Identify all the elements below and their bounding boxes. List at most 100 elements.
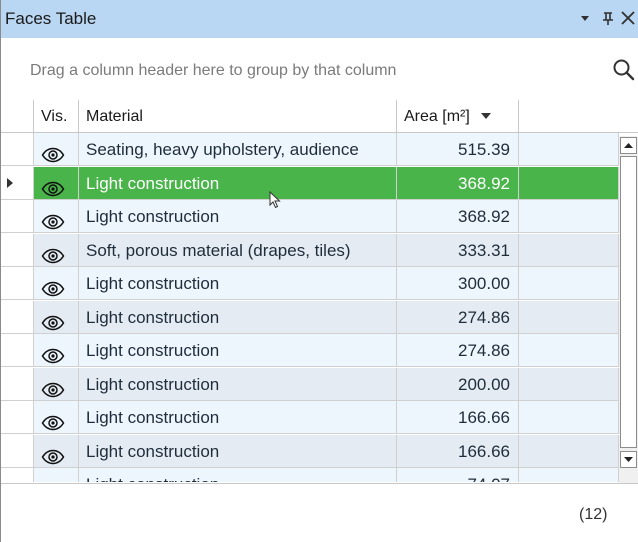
row-selector[interactable] — [1, 234, 34, 267]
row-selector[interactable] — [1, 200, 34, 233]
filler-cell — [519, 167, 619, 200]
area-cell[interactable]: 274.86 — [397, 301, 519, 334]
visibility-cell[interactable] — [34, 301, 79, 334]
area-cell[interactable]: 368.92 — [397, 200, 519, 233]
eye-icon[interactable] — [41, 409, 65, 433]
column-header-filler — [519, 100, 638, 133]
material-cell[interactable]: Light construction — [79, 468, 397, 482]
area-cell[interactable]: 74.07 — [397, 468, 519, 482]
table-row[interactable]: Light construction74.07 — [1, 468, 638, 482]
material-cell[interactable]: Light construction — [79, 301, 397, 334]
area-cell[interactable]: 515.39 — [397, 133, 519, 166]
row-selector[interactable] — [1, 435, 34, 468]
filler-cell — [519, 368, 619, 401]
visibility-cell[interactable] — [34, 200, 79, 233]
material-cell[interactable]: Light construction — [79, 401, 397, 434]
material-cell[interactable]: Light construction — [79, 368, 397, 401]
eye-icon[interactable] — [41, 275, 65, 299]
row-selector[interactable] — [1, 133, 34, 166]
area-cell[interactable]: 200.00 — [397, 368, 519, 401]
panel-title: Faces Table — [5, 9, 97, 28]
area-cell[interactable]: 300.00 — [397, 267, 519, 300]
column-header-area[interactable]: Area [m²] — [397, 100, 519, 133]
filler-cell — [519, 234, 619, 267]
row-selector-header — [1, 100, 34, 133]
scroll-up-button[interactable] — [620, 137, 637, 154]
table-row[interactable]: Light construction 200.00 — [1, 368, 638, 401]
column-header-row: Vis. Material Area [m²] — [1, 100, 638, 133]
visibility-cell[interactable] — [34, 267, 79, 300]
material-cell[interactable]: Soft, porous material (drapes, tiles) — [79, 234, 397, 267]
visibility-cell[interactable] — [34, 234, 79, 267]
material-cell[interactable]: Light construction — [79, 200, 397, 233]
material-cell[interactable]: Light construction — [79, 435, 397, 468]
column-header-visibility[interactable]: Vis. — [34, 100, 79, 133]
group-by-drop-area[interactable]: Drag a column header here to group by th… — [1, 38, 638, 101]
column-header-area-label: Area [m²] — [404, 108, 470, 125]
table-row[interactable]: Light construction 274.86 — [1, 334, 638, 367]
area-cell[interactable]: 166.66 — [397, 435, 519, 468]
eye-icon[interactable] — [41, 208, 65, 232]
sort-descending-icon — [481, 113, 492, 119]
table-body: Seating, heavy upholstery, audience 515.3… — [1, 133, 638, 482]
eye-icon[interactable] — [41, 342, 65, 366]
record-count: (12) — [579, 506, 608, 523]
filler-cell — [519, 200, 619, 233]
table-row[interactable]: Light construction 300.00 — [1, 267, 638, 300]
filler-cell — [519, 401, 619, 434]
eye-icon[interactable] — [41, 242, 65, 266]
table-row[interactable]: Light construction 368.92 — [1, 167, 638, 200]
eye-icon[interactable] — [41, 175, 65, 199]
area-cell[interactable]: 368.92 — [397, 167, 519, 200]
table-row[interactable]: Light construction 166.66 — [1, 435, 638, 468]
area-cell[interactable]: 274.86 — [397, 334, 519, 367]
close-icon[interactable] — [620, 8, 636, 34]
material-cell[interactable]: Light construction — [79, 267, 397, 300]
row-selector[interactable] — [1, 334, 34, 367]
vertical-scrollbar[interactable] — [619, 136, 638, 483]
area-cell[interactable]: 166.66 — [397, 401, 519, 434]
panel-options-dropdown-icon[interactable] — [579, 8, 591, 34]
row-selector[interactable] — [1, 267, 34, 300]
scroll-down-button[interactable] — [620, 451, 637, 468]
filler-cell — [519, 468, 619, 482]
material-cell[interactable]: Light construction — [79, 334, 397, 367]
table-row[interactable]: Light construction 368.92 — [1, 200, 638, 233]
group-by-hint: Drag a column header here to group by th… — [30, 62, 397, 79]
row-selector[interactable] — [1, 301, 34, 334]
filler-cell — [519, 301, 619, 334]
row-selector[interactable] — [1, 368, 34, 401]
eye-icon[interactable] — [41, 476, 65, 482]
visibility-cell[interactable] — [34, 368, 79, 401]
filler-cell — [519, 133, 619, 166]
eye-icon[interactable] — [41, 141, 65, 165]
table-footer: (12) — [1, 483, 638, 542]
row-selector[interactable] — [1, 468, 34, 482]
table-row[interactable]: Seating, heavy upholstery, audience 515.3… — [1, 133, 638, 166]
area-cell[interactable]: 333.31 — [397, 234, 519, 267]
visibility-cell[interactable] — [34, 401, 79, 434]
eye-icon[interactable] — [41, 376, 65, 400]
table-row[interactable]: Light construction 166.66 — [1, 401, 638, 434]
table-row[interactable]: Light construction 274.86 — [1, 301, 638, 334]
filler-cell — [519, 435, 619, 468]
visibility-cell[interactable] — [34, 167, 79, 200]
eye-icon[interactable] — [41, 443, 65, 467]
material-cell[interactable]: Seating, heavy upholstery, audience — [79, 133, 397, 166]
mouse-pointer-icon — [269, 190, 281, 214]
visibility-cell[interactable] — [34, 435, 79, 468]
faces-table-panel: Faces Table Drag a column header here to… — [0, 0, 638, 542]
table-row[interactable]: Soft, porous material (drapes, tiles) 333… — [1, 234, 638, 267]
column-header-material[interactable]: Material — [79, 100, 397, 133]
visibility-cell[interactable] — [34, 133, 79, 166]
pin-icon[interactable] — [601, 8, 615, 34]
row-selector[interactable] — [1, 167, 34, 200]
eye-icon[interactable] — [41, 309, 65, 333]
panel-title-bar[interactable]: Faces Table — [1, 0, 638, 38]
visibility-cell[interactable] — [34, 334, 79, 367]
material-cell[interactable]: Light construction — [79, 167, 397, 200]
row-selector[interactable] — [1, 401, 34, 434]
visibility-cell[interactable] — [34, 468, 79, 482]
search-icon[interactable] — [612, 58, 636, 82]
scrollbar-thumb[interactable] — [620, 156, 637, 448]
